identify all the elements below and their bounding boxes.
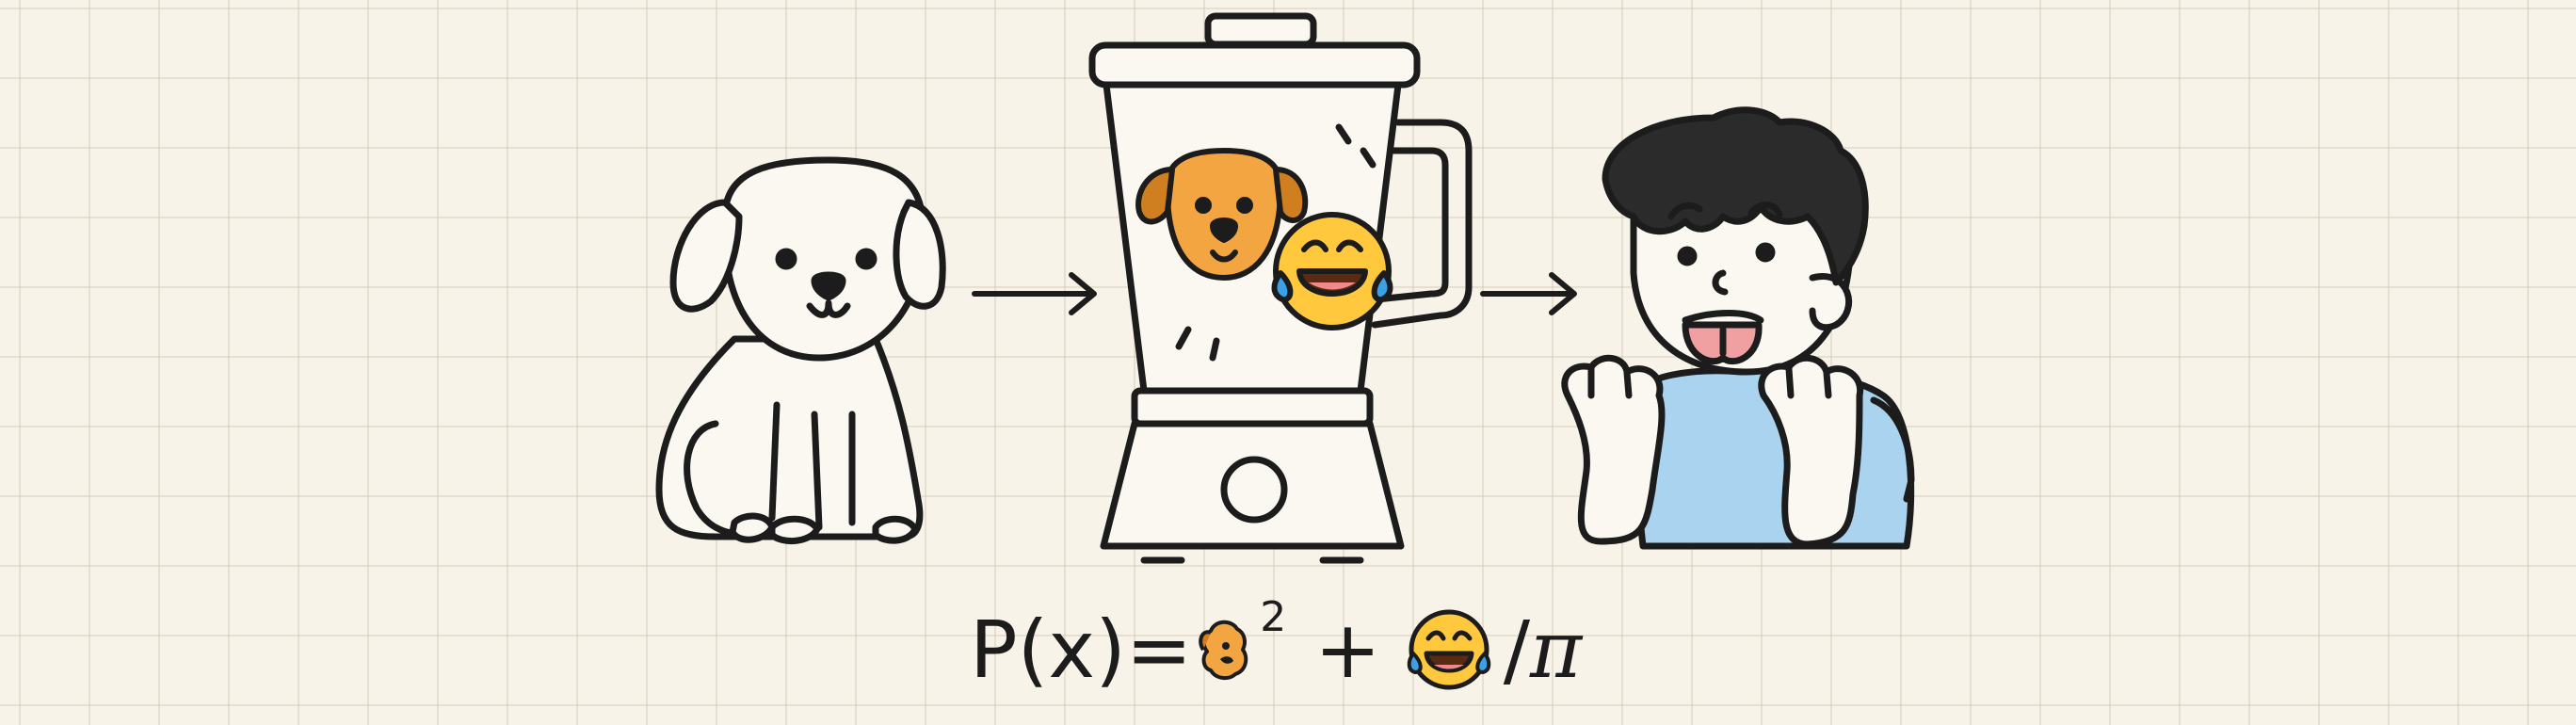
formula: P(x)= 2 + / π — [970, 593, 1582, 706]
surprised-boy-icon — [1561, 106, 1915, 550]
laughing-face-icon — [1271, 212, 1393, 330]
formula-slash: / — [1503, 604, 1530, 696]
arrow-right-icon — [1480, 272, 1577, 315]
formula-pi: π — [1530, 604, 1583, 696]
laughing-face-icon — [1407, 609, 1490, 690]
formula-plus: + — [1314, 604, 1381, 696]
formula-prefix: P(x)= — [970, 604, 1193, 696]
formula-exponent: 2 — [1260, 593, 1287, 641]
diagram-canvas: P(x)= 2 + / π — [0, 0, 2576, 725]
dog-icon — [655, 156, 946, 544]
dog-head-icon — [1199, 620, 1248, 681]
arrow-right-icon — [972, 272, 1097, 315]
